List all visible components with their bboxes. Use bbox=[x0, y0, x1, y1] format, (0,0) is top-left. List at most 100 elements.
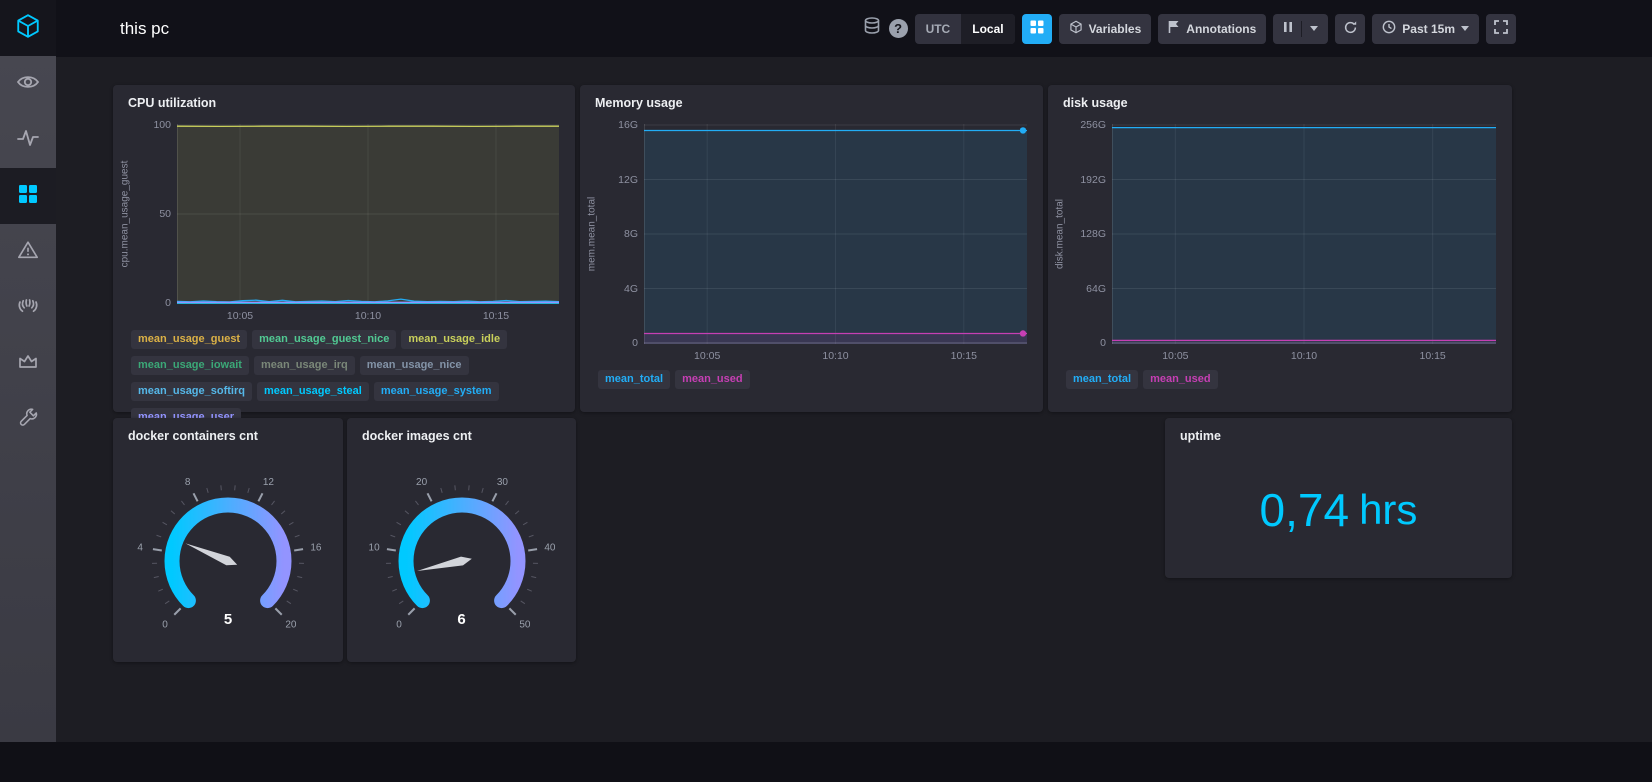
uptime-stat: 0,74 hrs bbox=[1165, 447, 1512, 573]
gauge-tick-label: 4 bbox=[137, 543, 143, 554]
timezone-toggle: UTC Local bbox=[914, 13, 1015, 44]
panel-title[interactable]: disk usage bbox=[1048, 85, 1512, 114]
gauge-tick-label: 16 bbox=[310, 543, 322, 554]
pause-icon bbox=[1283, 21, 1293, 36]
legend-item[interactable]: mean_usage_system bbox=[373, 382, 499, 401]
panel-disk-usage: disk usage disk.mean_total 0 64G 128G 192G 2… bbox=[1048, 85, 1512, 412]
legend-item[interactable]: mean_usage_softirq bbox=[131, 382, 252, 401]
caret-down-icon bbox=[1461, 26, 1469, 31]
panel-title[interactable]: CPU utilization bbox=[113, 85, 575, 114]
axis-tick-label: 100 bbox=[153, 119, 171, 131]
grid-add-icon bbox=[1029, 19, 1045, 38]
legend-item[interactable]: mean_usage_irq bbox=[253, 356, 355, 375]
legend-item[interactable]: mean_total bbox=[1066, 370, 1139, 389]
cell-layout-button[interactable] bbox=[1021, 13, 1052, 44]
axis-tick-label: 128G bbox=[1080, 228, 1106, 240]
legend-item[interactable]: mean_used bbox=[675, 370, 750, 389]
caret-down-icon bbox=[1310, 26, 1319, 31]
fullscreen-icon bbox=[1493, 19, 1509, 38]
y-axis-label: disk.mean_total bbox=[1054, 198, 1066, 270]
gauge-tick-label: 10 bbox=[368, 543, 380, 554]
refresh-icon bbox=[1343, 20, 1358, 38]
panel-title[interactable]: docker containers cnt bbox=[113, 418, 343, 447]
legend-item[interactable]: mean_usage_guest bbox=[131, 330, 248, 349]
y-axis-label: cpu.mean_usage_guest bbox=[119, 160, 131, 268]
crown-icon bbox=[17, 351, 39, 378]
memory-legend: mean_total mean_used bbox=[580, 344, 1043, 406]
variables-button[interactable]: Variables bbox=[1058, 13, 1152, 44]
chronograf-logo-icon bbox=[15, 13, 41, 44]
sidebar bbox=[0, 0, 56, 742]
legend-item[interactable]: mean_usage_nice bbox=[359, 356, 469, 375]
containers-gauge[interactable]: 0 4 8 12 16 20 bbox=[113, 473, 343, 641]
legend-item[interactable]: mean_usage_guest_nice bbox=[252, 330, 397, 349]
variables-label: Variables bbox=[1088, 21, 1142, 36]
flag-icon bbox=[1168, 20, 1180, 37]
sources-button[interactable] bbox=[862, 16, 882, 41]
legend-item[interactable]: mean_used bbox=[1143, 370, 1218, 389]
question-mark-icon: ? bbox=[894, 21, 903, 36]
gauge-tick-label: 8 bbox=[185, 477, 191, 488]
panel-docker-containers: docker containers cnt 0 4 8 12 16 20 5 bbox=[113, 418, 343, 662]
legend-item[interactable]: mean_total bbox=[598, 370, 671, 389]
legend-item[interactable]: mean_usage_steal bbox=[256, 382, 369, 401]
sidebar-item-admin-influxdb[interactable] bbox=[0, 280, 56, 336]
sidebar-item-logo[interactable] bbox=[0, 0, 56, 56]
axis-tick-label: 192G bbox=[1080, 173, 1106, 186]
panel-title[interactable]: Memory usage bbox=[580, 85, 1043, 114]
local-toggle-button[interactable]: Local bbox=[961, 13, 1015, 44]
panel-title[interactable]: docker images cnt bbox=[347, 418, 576, 447]
database-icon bbox=[862, 16, 882, 41]
axis-tick-label: 4G bbox=[623, 282, 638, 295]
panel-title[interactable]: uptime bbox=[1165, 418, 1512, 447]
hands-icon bbox=[16, 294, 40, 323]
axis-tick-label: 256G bbox=[1080, 119, 1106, 131]
utc-toggle-button[interactable]: UTC bbox=[915, 14, 962, 44]
page-header: this pc ? UTC Local Variables Annotation… bbox=[56, 0, 1652, 57]
gauge-tick-label: 20 bbox=[285, 619, 297, 630]
annotations-label: Annotations bbox=[1186, 21, 1257, 36]
axis-tick-label: 50 bbox=[159, 208, 171, 220]
panel-uptime: uptime 0,74 hrs bbox=[1165, 418, 1512, 578]
sidebar-item-dashboards[interactable] bbox=[0, 168, 56, 224]
panel-memory-usage: Memory usage mem.mean_total 0 4G 8G 12G 16G 1… bbox=[580, 85, 1043, 412]
refresh-button[interactable] bbox=[1335, 13, 1366, 44]
sidebar-item-data-explorer[interactable] bbox=[0, 112, 56, 168]
stat-value: 0,74 bbox=[1259, 484, 1350, 536]
dashboard-title[interactable]: this pc bbox=[120, 19, 169, 39]
alert-triangle-icon bbox=[17, 239, 39, 266]
sidebar-item-host-list[interactable] bbox=[0, 56, 56, 112]
time-range-dropdown-button[interactable]: Past 15m bbox=[1372, 13, 1479, 44]
memory-chart-plot[interactable]: mem.mean_total 0 4G 8G 12G 16G 10:05 10:10 10:1… bbox=[587, 119, 1027, 362]
sidebar-item-configuration[interactable] bbox=[0, 392, 56, 448]
axis-tick-label: 64G bbox=[1086, 282, 1106, 295]
eye-icon bbox=[16, 70, 40, 99]
gauge-tick-label: 0 bbox=[396, 619, 402, 630]
legend-item[interactable]: mean_usage_idle bbox=[401, 330, 508, 349]
axis-tick-label: 8G bbox=[623, 228, 638, 240]
help-button[interactable]: ? bbox=[888, 19, 908, 38]
cpu-chart-plot[interactable]: cpu.mean_usage_guest 0 50 100 10:05 10:10 10:… bbox=[120, 119, 560, 322]
disk-legend: mean_total mean_used bbox=[1048, 344, 1512, 406]
disk-chart-plot[interactable]: disk.mean_total 0 64G 128G 192G 256G 10:05 10:… bbox=[1055, 119, 1496, 362]
axis-tick-label: 16G bbox=[618, 119, 638, 131]
gauge-tick-label: 12 bbox=[263, 477, 275, 488]
pulse-graph-icon bbox=[16, 126, 40, 155]
images-gauge[interactable]: 0 10 20 30 40 50 bbox=[347, 473, 576, 641]
time-range-label: Past 15m bbox=[1402, 21, 1455, 36]
legend-item[interactable]: mean_usage_iowait bbox=[131, 356, 249, 375]
axis-tick-label: 12G bbox=[618, 173, 638, 186]
gauge-tick-label: 40 bbox=[544, 543, 556, 554]
fullscreen-button[interactable] bbox=[1486, 13, 1516, 44]
clock-icon bbox=[1382, 20, 1396, 37]
sidebar-item-alerting[interactable] bbox=[0, 224, 56, 280]
gauge-tick-label: 0 bbox=[162, 619, 168, 630]
sidebar-item-admin-chronograf[interactable] bbox=[0, 336, 56, 392]
cube-icon bbox=[1069, 20, 1083, 37]
y-axis-label: mem.mean_total bbox=[586, 196, 598, 272]
gauge-tick-label: 30 bbox=[496, 477, 508, 488]
gauge-tick-label: 50 bbox=[519, 619, 531, 630]
annotations-button[interactable]: Annotations bbox=[1158, 13, 1267, 44]
pause-refresh-dropdown-button[interactable] bbox=[1273, 13, 1329, 44]
dashboards-grid-icon bbox=[17, 183, 39, 210]
